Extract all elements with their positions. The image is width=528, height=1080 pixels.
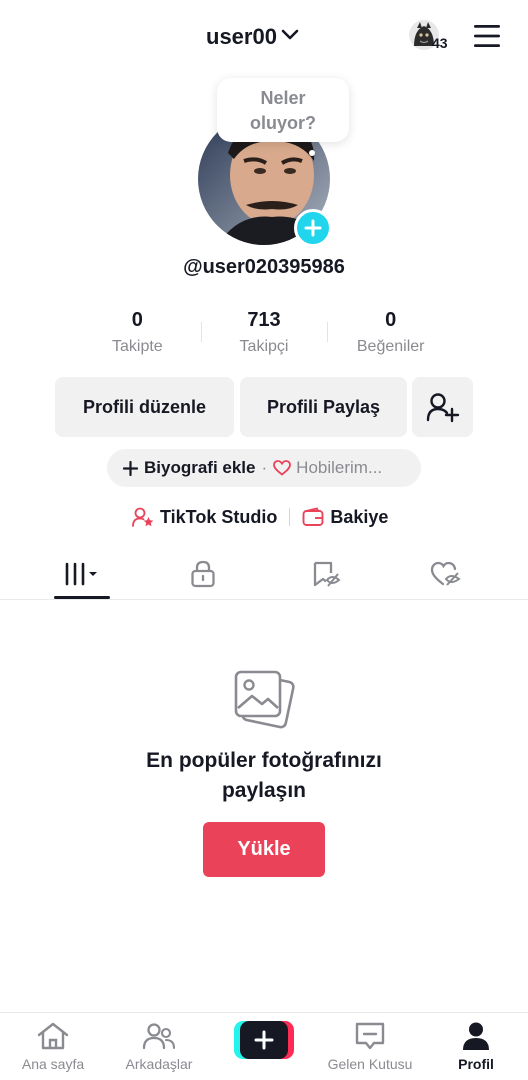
tab-posts[interactable] bbox=[42, 548, 122, 600]
plus-icon bbox=[254, 1030, 274, 1050]
nav-inbox-label: Gelen Kutusu bbox=[327, 1056, 413, 1072]
tab-private[interactable] bbox=[163, 548, 243, 600]
account-switcher[interactable]: user00 bbox=[206, 22, 299, 52]
empty-line-1: En popüler fotoğrafınızı bbox=[146, 749, 382, 772]
chevron-down-icon bbox=[281, 28, 299, 46]
nav-profile[interactable]: Profil bbox=[434, 1013, 518, 1080]
bookmark-hidden-icon bbox=[313, 561, 341, 587]
tab-liked[interactable] bbox=[406, 548, 486, 600]
bubble-text: Neler oluyor? bbox=[250, 88, 316, 133]
profile-stats: 0 Takipte 713 Takipçi 0 Beğeniler bbox=[74, 306, 454, 362]
badge-count: 43 bbox=[432, 35, 448, 51]
stat-followers[interactable]: 713 Takipçi bbox=[201, 306, 328, 362]
plus-icon bbox=[123, 460, 138, 476]
grid-posts-icon bbox=[65, 562, 97, 586]
heart-icon bbox=[273, 460, 292, 476]
username-title: user00 bbox=[206, 24, 277, 49]
upload-button[interactable]: Yükle bbox=[203, 822, 325, 877]
balance-label: Bakiye bbox=[330, 506, 389, 527]
hobbies-label: Hobilerim... bbox=[296, 458, 383, 477]
nav-home[interactable]: Ana sayfa bbox=[8, 1013, 98, 1080]
top-bar: user00 43 bbox=[0, 0, 528, 72]
tab-saved[interactable] bbox=[286, 548, 366, 600]
nav-home-label: Ana sayfa bbox=[21, 1056, 85, 1072]
stat-label: Beğeniler bbox=[356, 338, 425, 355]
photos-icon bbox=[232, 666, 296, 730]
links-divider bbox=[289, 508, 291, 526]
profile-handle: @user020395986 bbox=[183, 256, 345, 278]
home-icon bbox=[37, 1022, 69, 1050]
create-button[interactable] bbox=[234, 1021, 294, 1059]
stat-divider bbox=[201, 322, 202, 342]
add-friend-button[interactable] bbox=[412, 377, 473, 437]
bio-separator: · bbox=[261, 458, 268, 477]
plus-icon bbox=[304, 219, 322, 237]
active-tab-indicator bbox=[54, 596, 110, 599]
add-bio-label: Biyografi ekle bbox=[144, 458, 256, 477]
fan-badge[interactable]: 43 bbox=[408, 18, 456, 54]
stat-label: Takipte bbox=[111, 338, 163, 355]
inbox-icon bbox=[355, 1022, 385, 1050]
creator-links: TikTok Studio Bakiye bbox=[132, 505, 388, 529]
tiktok-studio-link[interactable]: TikTok Studio bbox=[132, 506, 277, 528]
content-tabs bbox=[0, 548, 528, 600]
nav-friends-label: Arkadaşlar bbox=[125, 1056, 193, 1072]
profile-icon bbox=[463, 1022, 489, 1050]
friends-icon bbox=[142, 1023, 176, 1050]
status-bubble[interactable]: Neler oluyor? bbox=[217, 78, 349, 156]
stat-likes[interactable]: 0 Beğeniler bbox=[327, 306, 454, 362]
stat-value: 713 bbox=[247, 309, 281, 331]
stat-divider bbox=[327, 322, 328, 342]
menu-button[interactable] bbox=[472, 22, 502, 50]
stat-value: 0 bbox=[385, 309, 397, 331]
stat-label: Takipçi bbox=[239, 338, 289, 355]
add-user-icon bbox=[426, 393, 459, 423]
lock-icon bbox=[191, 560, 215, 588]
share-profile-button[interactable]: Profili Paylaş bbox=[240, 377, 407, 437]
bottom-navigation: Ana sayfa Arkadaşlar Gelen Kutusu Profil bbox=[0, 1012, 528, 1080]
bubble-tail bbox=[309, 150, 315, 156]
add-avatar-button[interactable] bbox=[294, 209, 332, 247]
create-button-core bbox=[240, 1021, 288, 1059]
bio-pill[interactable]: Biyografi ekle · Hobilerim... bbox=[107, 449, 421, 487]
edit-profile-button[interactable]: Profili düzenle bbox=[55, 377, 234, 437]
add-bio-button[interactable]: Biyografi ekle bbox=[123, 458, 256, 478]
nav-profile-label: Profil bbox=[458, 1056, 494, 1072]
wallet-icon bbox=[302, 507, 324, 526]
empty-line-2: paylaşın bbox=[221, 779, 307, 802]
stat-following[interactable]: 0 Takipte bbox=[74, 306, 201, 362]
empty-state-message: En popüler fotoğrafınızı paylaşın bbox=[0, 746, 528, 806]
balance-link[interactable]: Bakiye bbox=[302, 507, 388, 528]
nav-friends[interactable]: Arkadaşlar bbox=[114, 1013, 204, 1080]
hobbies-button[interactable]: Hobilerim... bbox=[273, 458, 382, 478]
studio-label: TikTok Studio bbox=[160, 506, 278, 527]
hamburger-icon bbox=[474, 25, 500, 47]
nav-inbox[interactable]: Gelen Kutusu bbox=[318, 1013, 422, 1080]
creator-icon bbox=[132, 507, 154, 527]
stat-value: 0 bbox=[131, 309, 143, 331]
heart-hidden-icon bbox=[430, 561, 461, 586]
